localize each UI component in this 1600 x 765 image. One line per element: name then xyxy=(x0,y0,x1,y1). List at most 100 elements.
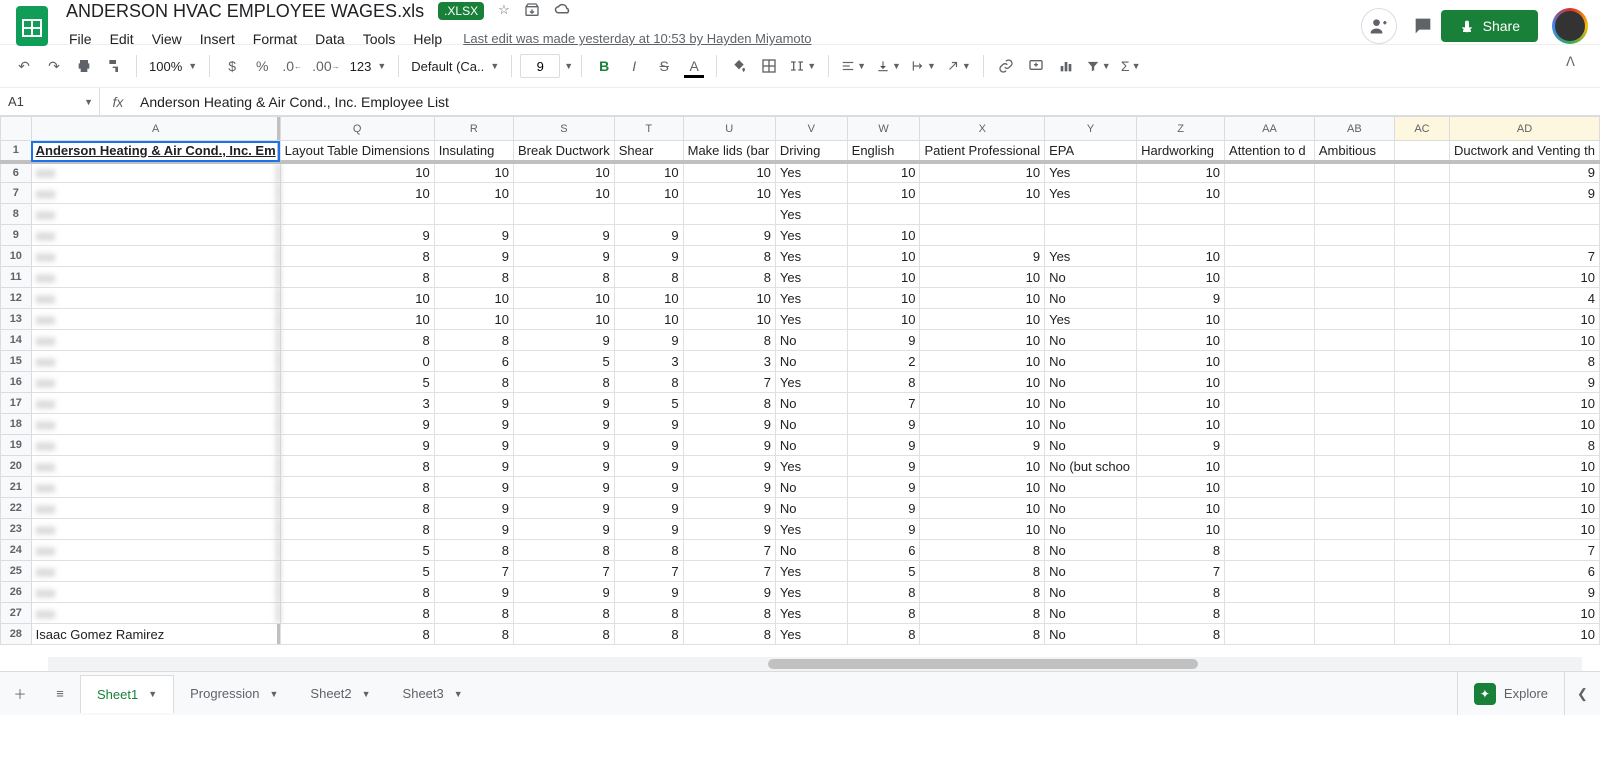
cell-12-X[interactable]: 10 xyxy=(920,288,1045,309)
cell-21-AD[interactable]: 10 xyxy=(1450,477,1600,498)
cell-24-T[interactable]: 8 xyxy=(614,540,683,561)
cell-19-U[interactable]: 9 xyxy=(683,435,775,456)
cell-28-W[interactable]: 8 xyxy=(847,624,920,645)
cell-8-S[interactable] xyxy=(514,204,615,225)
cell-14-R[interactable]: 8 xyxy=(434,330,513,351)
cell-1-Z[interactable]: Hardworking xyxy=(1137,141,1225,162)
cell-7-T[interactable]: 10 xyxy=(614,183,683,204)
link-button[interactable] xyxy=(992,52,1020,80)
cell-22-T[interactable]: 9 xyxy=(614,498,683,519)
cell-16-Y[interactable]: No xyxy=(1045,372,1137,393)
cell-8-AC[interactable] xyxy=(1394,204,1449,225)
cell-27-Z[interactable]: 8 xyxy=(1137,603,1225,624)
cell-14-W[interactable]: 9 xyxy=(847,330,920,351)
cell-11-Y[interactable]: No xyxy=(1045,267,1137,288)
cell-7-A[interactable]: xxx xyxy=(31,183,280,204)
cell-17-R[interactable]: 9 xyxy=(434,393,513,414)
cell-26-T[interactable]: 9 xyxy=(614,582,683,603)
cell-22-Y[interactable]: No xyxy=(1045,498,1137,519)
cell-15-Y[interactable]: No xyxy=(1045,351,1137,372)
cell-27-AC[interactable] xyxy=(1394,603,1449,624)
cell-12-AD[interactable]: 4 xyxy=(1450,288,1600,309)
cell-28-T[interactable]: 8 xyxy=(614,624,683,645)
cell-24-W[interactable]: 6 xyxy=(847,540,920,561)
cell-21-AB[interactable] xyxy=(1314,477,1394,498)
colhead-Z[interactable]: Z xyxy=(1137,117,1225,141)
font-select[interactable]: Default (Ca...▼ xyxy=(407,52,503,80)
cell-23-W[interactable]: 9 xyxy=(847,519,920,540)
cell-18-R[interactable]: 9 xyxy=(434,414,513,435)
cell-9-X[interactable] xyxy=(920,225,1045,246)
cell-14-U[interactable]: 8 xyxy=(683,330,775,351)
rowhead-11[interactable]: 11 xyxy=(1,267,32,288)
cell-25-S[interactable]: 7 xyxy=(514,561,615,582)
cell-27-AB[interactable] xyxy=(1314,603,1394,624)
cell-23-S[interactable]: 9 xyxy=(514,519,615,540)
cell-8-T[interactable] xyxy=(614,204,683,225)
cell-10-Y[interactable]: Yes xyxy=(1045,246,1137,267)
cell-27-AD[interactable]: 10 xyxy=(1450,603,1600,624)
cell-14-AB[interactable] xyxy=(1314,330,1394,351)
cell-21-V[interactable]: No xyxy=(775,477,847,498)
menu-format[interactable]: Format xyxy=(244,27,306,51)
cell-11-AD[interactable]: 10 xyxy=(1450,267,1600,288)
menu-help[interactable]: Help xyxy=(404,27,451,51)
cell-12-Q[interactable]: 10 xyxy=(280,288,434,309)
cell-26-AA[interactable] xyxy=(1225,582,1315,603)
cell-23-A[interactable]: xxx xyxy=(31,519,280,540)
cell-22-AC[interactable] xyxy=(1394,498,1449,519)
cell-18-W[interactable]: 9 xyxy=(847,414,920,435)
chart-button[interactable] xyxy=(1052,52,1080,80)
cell-25-AD[interactable]: 6 xyxy=(1450,561,1600,582)
cell-14-V[interactable]: No xyxy=(775,330,847,351)
sheet-tab-caret[interactable]: ▼ xyxy=(362,689,371,699)
strike-button[interactable]: S xyxy=(650,52,678,80)
sheet-tab-sheet3[interactable]: Sheet3▼ xyxy=(387,675,479,713)
cell-19-T[interactable]: 9 xyxy=(614,435,683,456)
cell-11-W[interactable]: 10 xyxy=(847,267,920,288)
cell-14-Q[interactable]: 8 xyxy=(280,330,434,351)
cell-28-X[interactable]: 8 xyxy=(920,624,1045,645)
cell-8-V[interactable]: Yes xyxy=(775,204,847,225)
cell-27-U[interactable]: 8 xyxy=(683,603,775,624)
cell-9-A[interactable]: xxx xyxy=(31,225,280,246)
cell-17-W[interactable]: 7 xyxy=(847,393,920,414)
valign-button[interactable]: ▼ xyxy=(872,52,905,80)
rowhead-18[interactable]: 18 xyxy=(1,414,32,435)
cell-28-AC[interactable] xyxy=(1394,624,1449,645)
cell-13-V[interactable]: Yes xyxy=(775,309,847,330)
cell-9-U[interactable]: 9 xyxy=(683,225,775,246)
cell-16-V[interactable]: Yes xyxy=(775,372,847,393)
cell-23-AD[interactable]: 10 xyxy=(1450,519,1600,540)
cell-17-V[interactable]: No xyxy=(775,393,847,414)
cell-16-T[interactable]: 8 xyxy=(614,372,683,393)
cell-8-AD[interactable] xyxy=(1450,204,1600,225)
cell-27-R[interactable]: 8 xyxy=(434,603,513,624)
text-color-button[interactable]: A xyxy=(680,52,708,80)
cell-25-AA[interactable] xyxy=(1225,561,1315,582)
menu-insert[interactable]: Insert xyxy=(191,27,244,51)
colhead-AC[interactable]: AC xyxy=(1394,117,1449,141)
rowhead-27[interactable]: 27 xyxy=(1,603,32,624)
cell-26-AB[interactable] xyxy=(1314,582,1394,603)
cell-10-T[interactable]: 9 xyxy=(614,246,683,267)
sheet-tab-caret[interactable]: ▼ xyxy=(270,689,279,699)
cell-19-R[interactable]: 9 xyxy=(434,435,513,456)
cell-6-Q[interactable]: 10 xyxy=(280,162,434,183)
sheet-tab-sheet2[interactable]: Sheet2▼ xyxy=(294,675,386,713)
rowhead-15[interactable]: 15 xyxy=(1,351,32,372)
cell-6-Z[interactable]: 10 xyxy=(1137,162,1225,183)
cell-10-W[interactable]: 10 xyxy=(847,246,920,267)
cell-16-R[interactable]: 8 xyxy=(434,372,513,393)
cell-21-X[interactable]: 10 xyxy=(920,477,1045,498)
all-sheets-button[interactable]: ≡ xyxy=(40,674,80,714)
cell-6-W[interactable]: 10 xyxy=(847,162,920,183)
cell-16-AB[interactable] xyxy=(1314,372,1394,393)
cell-12-R[interactable]: 10 xyxy=(434,288,513,309)
cell-25-R[interactable]: 7 xyxy=(434,561,513,582)
cell-6-AA[interactable] xyxy=(1225,162,1315,183)
cell-15-A[interactable]: xxx xyxy=(31,351,280,372)
cell-10-S[interactable]: 9 xyxy=(514,246,615,267)
cell-14-AD[interactable]: 10 xyxy=(1450,330,1600,351)
rowhead-14[interactable]: 14 xyxy=(1,330,32,351)
